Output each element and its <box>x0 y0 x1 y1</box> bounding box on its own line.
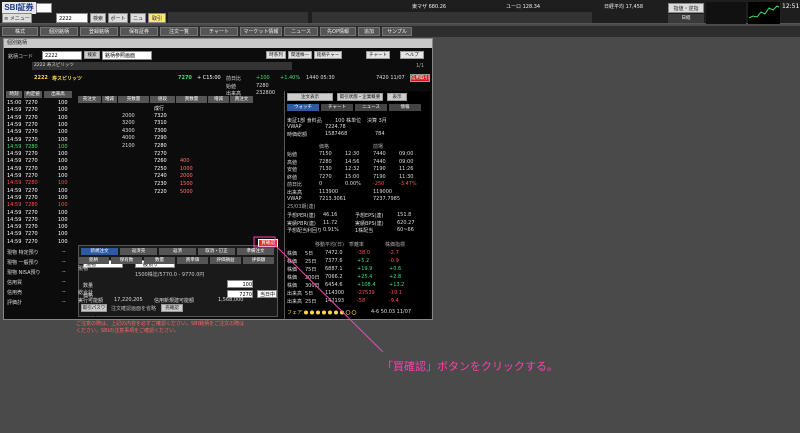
callout-text: 「買確認」ボタンをクリックする。 <box>382 360 558 373</box>
